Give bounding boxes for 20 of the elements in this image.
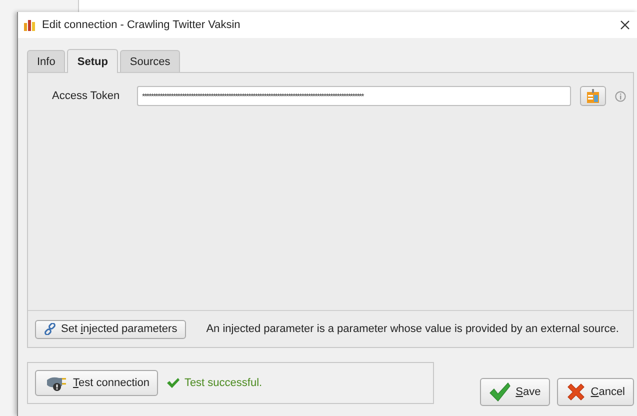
save-button[interactable]: Save <box>480 378 550 406</box>
tab[interactable]: Setup <box>67 49 118 73</box>
test-connection-button[interactable]: Test connection <box>35 370 158 396</box>
injected-note: An injected parameter is a parameter whose value is provided by an external source. <box>206 323 619 335</box>
picker-button[interactable] <box>580 86 606 106</box>
test-status: Test successful. <box>184 377 262 389</box>
app-icon <box>23 18 37 32</box>
tab[interactable]: Sources <box>120 50 180 72</box>
info-icon <box>615 90 626 102</box>
access-token-field[interactable]: **************************************************************************************************** <box>137 86 571 106</box>
cross-icon <box>566 382 586 402</box>
close-icon[interactable] <box>620 20 630 30</box>
tab[interactable]: Info <box>27 50 66 72</box>
card-icon <box>585 88 601 104</box>
cancel-button[interactable]: Cancel <box>556 378 634 406</box>
link-icon <box>44 323 56 335</box>
checkmark-icon <box>488 382 511 402</box>
field-label: Access Token <box>52 90 121 102</box>
set-parameters-button[interactable]: Set injected parameters <box>35 320 186 338</box>
window-title: Edit connection - Crawling Twitter Vaksin <box>42 19 242 31</box>
